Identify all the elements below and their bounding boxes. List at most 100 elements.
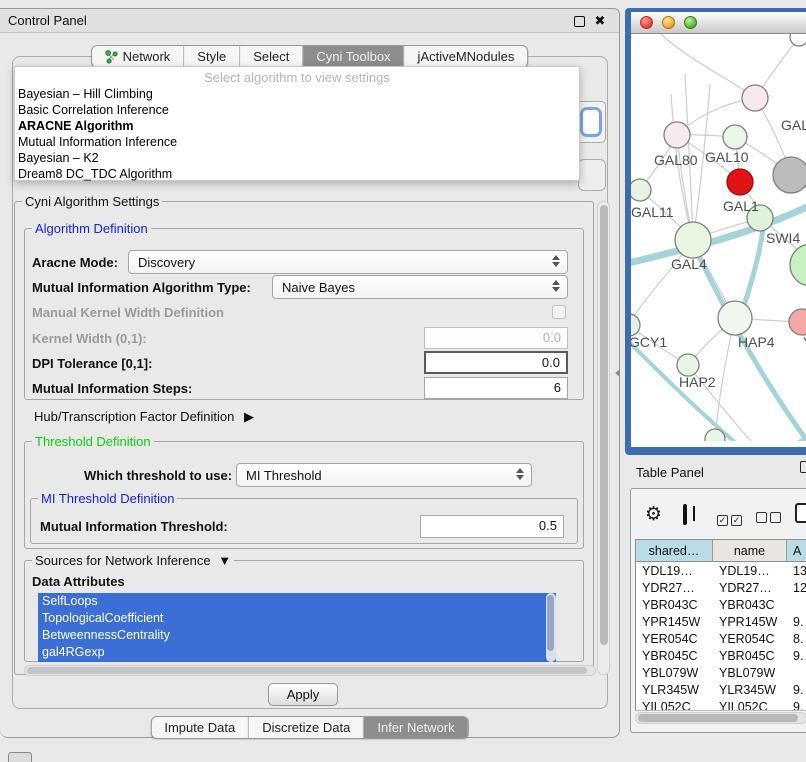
- tab-network[interactable]: Network: [92, 46, 185, 67]
- node-gal80[interactable]: [664, 122, 690, 148]
- cyni-bottom-tabs: Impute Data Discretize Data Infer Networ…: [150, 716, 468, 739]
- stepper-icon: [552, 280, 560, 292]
- algorithm-option[interactable]: Bayesian – Hill Climbing: [18, 86, 153, 102]
- tab-select[interactable]: Select: [240, 46, 303, 67]
- attribute-item[interactable]: TopologicalCoefficient: [38, 610, 556, 627]
- settings-horizontal-scrollbar[interactable]: [24, 665, 596, 676]
- node-partial-right-green[interactable]: [790, 244, 806, 286]
- table-horizontal-scrollbar[interactable]: [635, 712, 806, 724]
- tab-style[interactable]: Style: [184, 46, 240, 67]
- attribute-item[interactable]: SelfLoops: [38, 593, 556, 610]
- tab-cyni-toolbox[interactable]: Cyni Toolbox: [303, 46, 404, 67]
- algorithm-option[interactable]: Basic Correlation Inference: [18, 102, 169, 118]
- cell: YER054C: [719, 631, 775, 648]
- tab-label: jActiveMNodules: [418, 49, 515, 64]
- algorithm-option[interactable]: Dream8 DC_TDC Algorithm: [18, 166, 172, 182]
- split-columns-icon[interactable]: [683, 504, 687, 525]
- attribute-item[interactable]: BetweennessCentrality: [38, 627, 556, 644]
- dpi-tolerance-field[interactable]: 0.0: [424, 351, 568, 374]
- gear-icon[interactable]: ⚙: [645, 503, 662, 526]
- table-row[interactable]: YDR27… YDR27… 12: [636, 580, 806, 597]
- panel-title: Control Panel: [8, 13, 87, 28]
- table-row[interactable]: YER054C YER054C 8.: [636, 631, 806, 648]
- algorithm-option[interactable]: Mutual Information Inference: [18, 134, 177, 150]
- table-row[interactable]: YIL052C YIL052C 9.: [636, 699, 806, 711]
- node-gal1-selected[interactable]: [727, 169, 753, 195]
- mi-threshold-field[interactable]: 0.5: [420, 515, 564, 538]
- table-row[interactable]: YBR045C YBR045C 9.: [636, 648, 806, 665]
- group-title: MI Threshold Definition: [38, 491, 177, 506]
- mi-steps-field[interactable]: 6: [424, 377, 568, 399]
- scrollbar-thumb[interactable]: [547, 595, 554, 651]
- node-y-partial[interactable]: [789, 309, 806, 335]
- node-gal11[interactable]: [631, 179, 651, 201]
- cell: YLR345W: [642, 682, 699, 699]
- column-header-name[interactable]: name: [713, 540, 787, 562]
- node-gal10[interactable]: [723, 125, 747, 149]
- table-row[interactable]: YLR345W YLR345W 9.: [636, 682, 806, 699]
- network-view-window: GAL GAL80 GAL10 GAL1 GAL11 SWI4 GAL4 GCY…: [625, 8, 806, 455]
- mi-algorithm-type-select[interactable]: Naive Bayes: [272, 275, 568, 299]
- close-icon[interactable]: ✖: [593, 14, 607, 28]
- manual-kernel-checkbox[interactable]: [552, 305, 566, 319]
- node-partial-top[interactable]: [790, 34, 806, 46]
- cell: YPR145W: [719, 614, 777, 631]
- cell: 12: [793, 580, 806, 597]
- aracne-mode-select[interactable]: Discovery: [128, 250, 568, 274]
- panel-divider-arrow-icon[interactable]: [615, 369, 620, 377]
- hub-definition-expander[interactable]: Hub/Transcription Factor Definition ▶: [34, 409, 254, 425]
- minimized-panel-icon[interactable]: [8, 752, 32, 762]
- table-panel-window-icon[interactable]: [800, 461, 806, 473]
- close-traffic-icon[interactable]: [640, 16, 653, 29]
- node-hap4[interactable]: [718, 301, 752, 335]
- attributes-scrollbar[interactable]: [546, 593, 556, 662]
- node-gal-partial[interactable]: [742, 85, 768, 111]
- apply-button[interactable]: Apply: [268, 683, 338, 706]
- minimize-traffic-icon[interactable]: [662, 16, 675, 29]
- table-row[interactable]: YPR145W YPR145W 9.: [636, 614, 806, 631]
- table-row[interactable]: YDL19… YDL19… 13: [636, 563, 806, 580]
- scrollbar-thumb[interactable]: [600, 205, 608, 645]
- node-hap2[interactable]: [677, 354, 699, 376]
- node-gal4[interactable]: [675, 222, 711, 258]
- scrollbar-thumb[interactable]: [638, 714, 798, 722]
- cell: YBR045C: [642, 648, 698, 665]
- scrollbar-thumb[interactable]: [27, 667, 587, 674]
- table-panel: ⚙ ✓✓ shared… name A YDL19… YDL19… 13 YDR…: [630, 488, 806, 733]
- tab-impute-data[interactable]: Impute Data: [151, 717, 249, 738]
- tab-jactivemnodules[interactable]: jActiveMNodules: [405, 46, 528, 67]
- zoom-traffic-icon[interactable]: [684, 16, 697, 29]
- group-title: Algorithm Definition: [32, 221, 151, 236]
- network-window-titlebar[interactable]: [631, 12, 806, 34]
- chevron-down-icon[interactable]: ▼: [218, 553, 231, 568]
- node-table: shared… name A YDL19… YDL19… 13 YDR27… Y…: [635, 539, 806, 711]
- control-panel-window: Control Panel ✖ Network Style: [0, 8, 620, 738]
- screen: Control Panel ✖ Network Style: [0, 0, 806, 762]
- tab-label: Discretize Data: [262, 720, 350, 735]
- algorithm-option-selected[interactable]: ARACNE Algorithm: [18, 118, 134, 134]
- node-label-gal1: GAL1: [723, 198, 759, 214]
- kernel-width-field[interactable]: 0.0: [424, 327, 568, 349]
- table-row[interactable]: YBR043C YBR043C: [636, 597, 806, 614]
- settings-vertical-scrollbar[interactable]: [597, 201, 610, 675]
- kernel-width-label: Kernel Width (0,1):: [32, 331, 147, 346]
- column-header-shared-name[interactable]: shared…: [636, 540, 713, 562]
- data-attributes-list[interactable]: SelfLoops TopologicalCoefficient Between…: [38, 593, 556, 662]
- tab-label: Network: [123, 49, 171, 64]
- node-grey[interactable]: [773, 157, 806, 193]
- column-header-partial[interactable]: A: [787, 540, 806, 562]
- select-all-checkboxes-icon[interactable]: ✓✓: [717, 510, 742, 528]
- table-row[interactable]: YBL079W YBL079W: [636, 665, 806, 682]
- attribute-item[interactable]: gal4RGexp: [38, 644, 556, 661]
- cell: YLR345W: [719, 682, 776, 699]
- float-window-icon[interactable]: [574, 16, 585, 27]
- new-table-icon[interactable]: [795, 503, 806, 523]
- combo-value: Naive Bayes: [282, 280, 355, 295]
- network-canvas[interactable]: GAL GAL80 GAL10 GAL1 GAL11 SWI4 GAL4 GCY…: [631, 34, 806, 441]
- tab-infer-network[interactable]: Infer Network: [364, 717, 467, 738]
- which-threshold-select[interactable]: MI Threshold: [236, 463, 532, 487]
- cell: YPR145W: [642, 614, 700, 631]
- tab-discretize-data[interactable]: Discretize Data: [249, 717, 364, 738]
- algorithm-option[interactable]: Bayesian – K2: [18, 150, 99, 166]
- deselect-all-checkboxes-icon[interactable]: [756, 510, 781, 528]
